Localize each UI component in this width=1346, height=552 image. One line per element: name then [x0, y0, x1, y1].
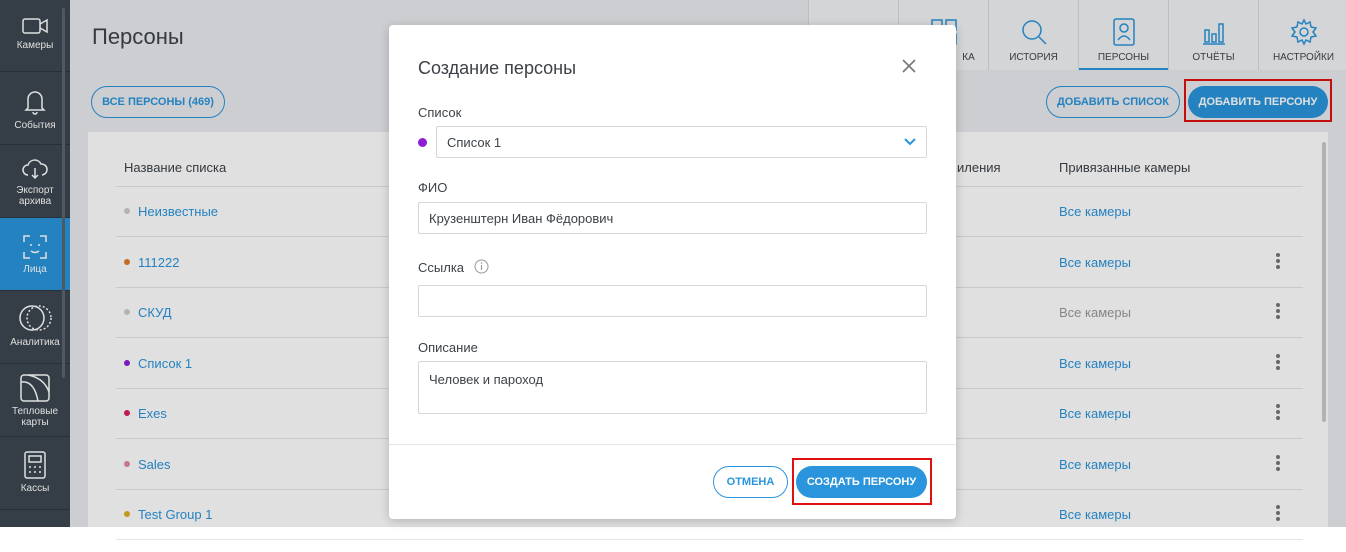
fio-field[interactable]: Крузенштерн Иван Фёдорович: [418, 202, 927, 234]
info-icon[interactable]: [474, 259, 489, 274]
cancel-button[interactable]: ОТМЕНА: [713, 466, 788, 498]
dialog-title: Создание персоны: [418, 58, 577, 78]
chevron-down-icon: [904, 138, 916, 146]
list-select[interactable]: Список 1: [436, 126, 927, 158]
link-field[interactable]: [418, 285, 927, 317]
dialog-footer-divider: [389, 444, 956, 445]
description-label: Описание: [418, 340, 478, 355]
close-icon: [902, 59, 916, 73]
list-select-value: Список 1: [447, 134, 502, 150]
close-button[interactable]: [902, 59, 916, 78]
highlight-box: [792, 458, 932, 505]
list-color-dot: [418, 138, 427, 147]
link-label: Ссылка: [418, 260, 465, 275]
description-field[interactable]: Человек и пароход: [418, 361, 927, 414]
list-label: Список: [418, 105, 462, 120]
fio-label: ФИО: [418, 180, 448, 195]
create-person-dialog: Создание персоны Список Список 1 ФИО Кру…: [389, 25, 956, 519]
